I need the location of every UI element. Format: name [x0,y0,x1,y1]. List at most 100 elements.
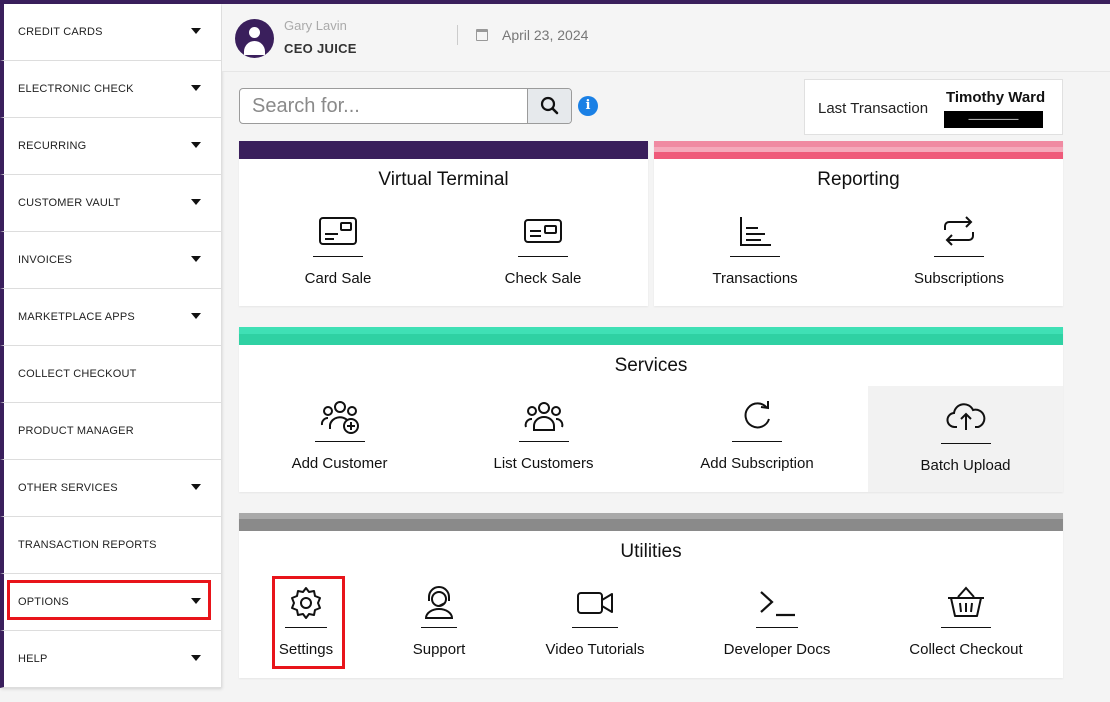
company-name: CEO JUICE [284,41,357,56]
sidebar-item-label: RECURRING [18,140,87,152]
collect-checkout-tile[interactable]: Collect Checkout [906,585,1026,665]
video-tutorials-icon [577,592,613,614]
virtual-terminal-card: Virtual Terminal Card Sale Check Sale [239,141,648,306]
utilities-bar [239,513,1063,531]
search-input[interactable] [240,89,528,123]
sidebar-item-label: CREDIT CARDS [18,26,103,38]
calendar-icon [476,29,488,41]
virtual-terminal-title: Virtual Terminal [378,169,509,190]
header-divider [457,25,458,45]
sidebar: CREDIT CARDS ELECTRONIC CHECK RECURRING … [0,4,221,688]
tile-underline [756,627,798,628]
caret-down-icon [191,484,201,490]
header: Gary Lavin CEO JUICE April 23, 2024 [222,4,1110,72]
add-subscription-tile[interactable]: Add Subscription [687,399,827,479]
developer-docs-label: Developer Docs [723,641,831,658]
transactions-label: Transactions [712,270,798,287]
sidebar-item-label: OPTIONS [18,596,69,608]
sidebar-item-other-services[interactable]: OTHER SERVICES [0,460,221,517]
services-title: Services [614,355,688,376]
transactions-icon [740,217,771,246]
tile-underline [934,256,984,257]
subscriptions-icon [944,216,974,246]
collect-checkout-label: Collect Checkout [909,641,1023,658]
settings-icon [291,587,321,619]
developer-docs-icon [760,591,795,617]
sidebar-item-label: COLLECT CHECKOUT [18,368,137,380]
sidebar-item-electronic-check[interactable]: ELECTRONIC CHECK [0,61,221,118]
settings-tile[interactable]: Settings [256,585,356,665]
sidebar-item-product-manager[interactable]: PRODUCT MANAGER [0,403,221,460]
sidebar-item-options[interactable]: OPTIONS [0,574,221,631]
reporting-card: Reporting Transactions Subscriptions [654,141,1063,306]
card-sale-icon [319,217,357,245]
caret-down-icon [191,85,201,91]
caret-down-icon [191,598,201,604]
support-label: Support [412,641,466,658]
caret-down-icon [191,313,201,319]
virtual-terminal-bar [239,141,648,159]
check-sale-icon [524,219,562,243]
reporting-title: Reporting [817,169,900,190]
add-customer-tile[interactable]: Add Customer [279,399,400,479]
current-date: April 23, 2024 [502,27,589,43]
sidebar-item-transaction-reports[interactable]: TRANSACTION REPORTS [0,517,221,574]
video-tutorials-label: Video Tutorials [545,641,645,658]
sidebar-item-recurring[interactable]: RECURRING [0,118,221,175]
tile-underline [730,256,780,257]
sidebar-item-label: INVOICES [18,254,73,266]
support-icon [424,586,454,619]
support-tile[interactable]: Support [389,585,489,665]
add-customer-label: Add Customer [291,455,388,472]
sidebar-item-label: ELECTRONIC CHECK [18,83,134,95]
transactions-tile[interactable]: Transactions [705,214,805,294]
search-bar [239,88,572,124]
sidebar-item-invoices[interactable]: INVOICES [0,232,221,289]
check-sale-tile[interactable]: Check Sale [493,214,593,294]
tile-underline [572,627,618,628]
list-customers-tile[interactable]: List Customers [483,399,604,479]
batch-upload-label: Batch Upload [920,457,1011,474]
tile-underline [421,627,457,628]
sidebar-item-credit-cards[interactable]: CREDIT CARDS [0,4,221,61]
sidebar-item-label: PRODUCT MANAGER [18,425,134,437]
tile-underline [518,256,568,257]
batch-upload-icon [946,403,985,430]
tile-underline [941,627,991,628]
sidebar-item-label: HELP [18,653,48,665]
sidebar-item-collect-checkout[interactable]: COLLECT CHECKOUT [0,346,221,403]
sidebar-item-label: CUSTOMER VAULT [18,197,121,209]
search-button[interactable] [527,89,571,123]
last-transaction-amount: ————— [944,111,1043,128]
settings-label: Settings [278,641,334,658]
last-transaction-panel[interactable]: Last Transaction Timothy Ward ————— [804,79,1063,135]
utilities-title: Utilities [620,541,682,562]
tile-underline [313,256,363,257]
last-transaction-label: Last Transaction [818,100,929,117]
sidebar-item-help[interactable]: HELP [0,631,221,688]
add-subscription-icon [744,401,770,429]
caret-down-icon [191,256,201,262]
developer-docs-tile[interactable]: Developer Docs [717,585,837,665]
tile-underline [518,441,569,442]
card-sale-label: Card Sale [304,270,372,287]
sidebar-item-customer-vault[interactable]: CUSTOMER VAULT [0,175,221,232]
subscriptions-tile[interactable]: Subscriptions [909,214,1009,294]
list-customers-label: List Customers [493,455,594,472]
collect-checkout-icon [948,586,984,617]
check-sale-label: Check Sale [504,270,582,287]
video-tutorials-tile[interactable]: Video Tutorials [535,585,655,665]
utilities-card: Utilities Settings Support Video Tutoria… [239,513,1063,678]
card-sale-tile[interactable]: Card Sale [288,214,388,294]
reporting-bar [654,141,1063,159]
sidebar-item-marketplace-apps[interactable]: MARKETPLACE APPS [0,289,221,346]
services-card: Services Add Customer List Customers Add… [239,327,1063,492]
tile-underline [732,441,782,442]
add-subscription-label: Add Subscription [700,455,814,472]
batch-upload-tile[interactable]: Batch Upload [868,386,1063,492]
info-icon[interactable]: i [578,96,598,116]
last-transaction-name: Timothy Ward [946,89,1046,106]
user-name: Gary Lavin [284,18,347,33]
subscriptions-label: Subscriptions [913,270,1005,287]
avatar[interactable] [235,19,274,58]
